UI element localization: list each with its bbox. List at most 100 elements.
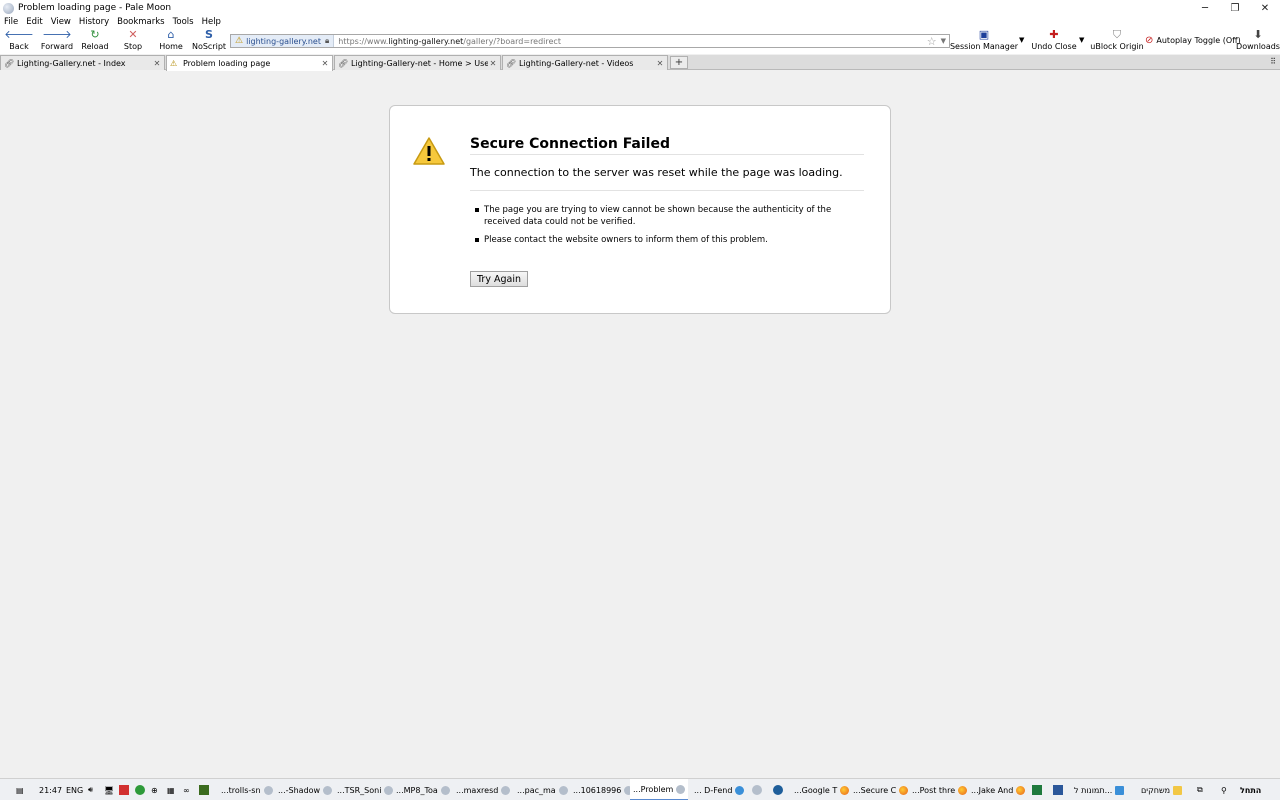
downloads-button[interactable]: ⬇ Downloads xyxy=(1236,28,1280,54)
firefox-icon xyxy=(958,785,968,795)
tray-red-app-icon[interactable] xyxy=(119,779,129,800)
url-prefix: https://www. xyxy=(338,36,389,46)
language-indicator[interactable]: ENG xyxy=(66,779,83,800)
tab-close-icon[interactable]: ✕ xyxy=(488,59,498,68)
tab-lighting-gallery-videos[interactable]: 🔗︎ Lighting-Gallery-net - Videos ✕ xyxy=(502,55,668,70)
task-label: ...-Shadow xyxy=(278,785,321,795)
pale-moon-icon xyxy=(3,2,14,14)
menu-view[interactable]: View xyxy=(51,17,71,27)
tab-label: Lighting-Gallery-net - Videos xyxy=(519,58,634,68)
task-view-icon[interactable]: ⧉ xyxy=(1197,779,1203,800)
taskbar-task[interactable]: ...-Shadow xyxy=(275,779,335,800)
download-arrow-icon: ⬇ xyxy=(1253,28,1263,41)
stop-label: Stop xyxy=(123,42,143,51)
taskbar-task[interactable]: משחקים xyxy=(1138,779,1185,800)
taskbar-task[interactable]: ...Jake And xyxy=(968,779,1028,800)
taskbar-task[interactable]: ... D-Fend xyxy=(691,779,747,800)
tab-close-icon[interactable]: ✕ xyxy=(655,59,665,68)
task-label: תמונות ל... xyxy=(1074,785,1113,795)
new-tab-button[interactable]: + xyxy=(670,56,688,69)
warning-triangle-icon xyxy=(413,137,445,165)
stop-button[interactable]: ✕ Stop xyxy=(122,28,144,54)
home-button[interactable]: ⌂ Home xyxy=(159,28,183,54)
network-icon[interactable]: 🖥︎ xyxy=(104,779,114,800)
app-icon xyxy=(735,785,745,795)
forward-button[interactable]: 🡒 Forward xyxy=(41,28,73,54)
session-manager-dropdown-icon[interactable]: ▼ xyxy=(1019,36,1024,44)
taskbar-task[interactable]: ...Google T xyxy=(791,779,852,800)
bookmark-star-icon[interactable]: ☆ xyxy=(927,35,937,48)
taskbar-excel-icon[interactable] xyxy=(1032,779,1042,800)
forward-arrow-icon: 🡒 xyxy=(42,28,72,41)
taskbar-task[interactable]: ...Post thre xyxy=(909,779,970,800)
site-identity-box[interactable]: ⚠ lighting-gallery.net 🔒︎ xyxy=(231,35,335,47)
start-button[interactable]: התחל xyxy=(1240,779,1261,800)
tray-globe-icon[interactable]: ⊕ xyxy=(151,779,158,800)
close-button[interactable]: ✕ xyxy=(1250,0,1280,16)
url-path: /gallery/?board=redirect xyxy=(463,36,561,46)
url-host: lighting-gallery.net xyxy=(388,36,464,46)
notifications-icon[interactable]: ▤ xyxy=(16,779,24,800)
menu-bookmarks[interactable]: Bookmarks xyxy=(117,17,165,27)
tab-problem-loading[interactable]: ⚠ Problem loading page ✕ xyxy=(166,55,333,71)
try-again-button[interactable]: Try Again xyxy=(470,271,528,287)
menu-tools[interactable]: Tools xyxy=(173,17,194,27)
reload-icon: ↻ xyxy=(90,28,100,41)
tray-glasses-icon[interactable]: ∞ xyxy=(183,779,190,800)
minimize-button[interactable]: ─ xyxy=(1190,0,1220,16)
menu-bar: File Edit View History Bookmarks Tools H… xyxy=(0,16,1280,28)
url-text[interactable]: https://www.lighting-gallery.net/gallery… xyxy=(334,37,927,46)
page-content: Secure Connection Failed The connection … xyxy=(0,71,1280,778)
task-label: ...Problem xyxy=(633,784,674,794)
tab-list-icon[interactable]: ⠿ xyxy=(1270,57,1276,66)
tab-close-icon[interactable]: ✕ xyxy=(152,59,162,68)
warning-icon: ⚠ xyxy=(235,36,244,46)
task-label: ... D-Fend xyxy=(694,785,733,795)
maximize-button[interactable]: ❐ xyxy=(1220,0,1250,16)
taskbar-task[interactable]: ...pac_ma xyxy=(514,779,571,800)
url-bar[interactable]: ⚠ lighting-gallery.net 🔒︎ https://www.li… xyxy=(230,34,950,48)
session-manager-button[interactable]: ▣ Session Manager xyxy=(950,28,1018,54)
task-label: ...pac_ma xyxy=(517,785,556,795)
tab-lighting-gallery-index[interactable]: 🔗︎ Lighting-Gallery.net - Index ✕ xyxy=(0,55,165,70)
error-details-list: The page you are trying to view cannot b… xyxy=(475,204,834,252)
tray-green-check-icon[interactable] xyxy=(135,779,145,800)
taskbar-word-icon[interactable] xyxy=(1053,779,1063,800)
undo-close-button[interactable]: ✚ Undo Close xyxy=(1031,28,1077,54)
tray-nvidia-icon[interactable] xyxy=(199,779,209,800)
url-history-dropdown-icon[interactable]: ▼ xyxy=(941,37,946,45)
taskbar-task[interactable]: ...maxresd xyxy=(453,779,513,800)
autoplay-toggle-button[interactable]: ⊘ Autoplay Toggle (Off) xyxy=(1145,35,1241,46)
taskbar-task[interactable]: ...TSR_Soni xyxy=(334,779,396,800)
tab-lighting-gallery-home[interactable]: 🔗︎ Lighting-Gallery-net - Home > User g.… xyxy=(334,55,501,70)
menu-file[interactable]: File xyxy=(4,17,18,27)
stop-icon: ✕ xyxy=(128,28,138,41)
clock[interactable]: 21:47 xyxy=(39,779,62,800)
noscript-button[interactable]: S NoScript xyxy=(192,28,226,54)
menu-history[interactable]: History xyxy=(79,17,109,27)
tray-disk-icon[interactable]: ▦ xyxy=(167,779,175,800)
tab-label: Problem loading page xyxy=(183,59,271,68)
back-button[interactable]: 🡐 Back xyxy=(4,28,34,54)
search-icon[interactable]: ⚲ xyxy=(1221,779,1227,800)
taskbar-task[interactable]: ...Secure C xyxy=(850,779,911,800)
floppy-disk-icon: ▣ xyxy=(978,28,990,41)
ublock-origin-button[interactable]: ⛉ uBlock Origin xyxy=(1090,28,1143,54)
undo-close-dropdown-icon[interactable]: ▼ xyxy=(1079,36,1084,44)
reload-button[interactable]: ↻ Reload xyxy=(81,28,108,54)
folder-icon xyxy=(1115,785,1125,795)
taskbar-task[interactable]: תמונות ל... xyxy=(1071,779,1127,800)
menu-help[interactable]: Help xyxy=(202,17,221,27)
taskbar-task[interactable]: ...trolls-sn xyxy=(218,779,276,800)
volume-icon[interactable]: 🔊︎ xyxy=(88,779,93,800)
menu-edit[interactable]: Edit xyxy=(26,17,42,27)
tab-close-icon[interactable]: ✕ xyxy=(320,59,330,68)
taskbar-pinned-browser-icon[interactable] xyxy=(752,779,762,800)
globe-icon: 🔗︎ xyxy=(4,58,15,68)
taskbar-task[interactable]: ...10618996 xyxy=(570,779,636,800)
taskbar-task[interactable]: ...MP8_Toa xyxy=(393,779,453,800)
browser-icon xyxy=(263,785,273,795)
taskbar-task-active[interactable]: ...Problem xyxy=(630,779,689,800)
noscript-icon: S xyxy=(205,28,213,41)
taskbar-pinned-app-icon[interactable] xyxy=(773,779,783,800)
